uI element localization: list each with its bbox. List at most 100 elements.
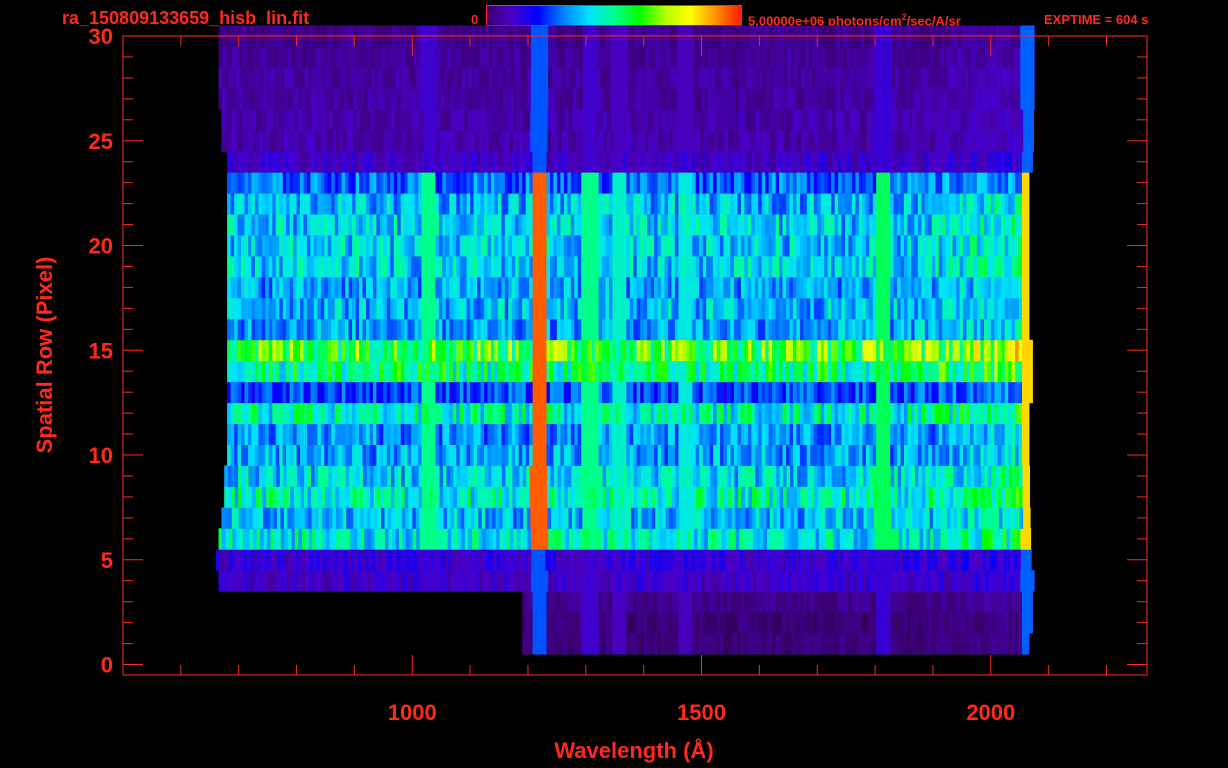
heatmap-cell (772, 423, 776, 445)
heatmap-cell (345, 339, 350, 362)
heatmap-cell (411, 235, 415, 257)
heatmap-cell (511, 339, 516, 362)
heatmap-cell (497, 214, 502, 236)
heatmap-cell (942, 444, 947, 466)
heatmap-cell (224, 465, 229, 487)
heatmap-cell (272, 214, 277, 236)
heatmap-cell (927, 549, 932, 571)
heatmap-cell (581, 423, 586, 445)
heatmap-cell (522, 276, 527, 299)
heatmap-cell (547, 465, 551, 487)
heatmap-cell (790, 507, 795, 529)
heatmap-cell (310, 423, 315, 445)
heatmap-cell (666, 528, 671, 550)
heatmap-cell (917, 318, 922, 341)
heatmap-cell (921, 612, 926, 634)
heatmap-cell (783, 465, 787, 487)
heatmap-cell (570, 444, 575, 466)
heatmap-cell (605, 339, 610, 362)
heatmap-cell (574, 256, 579, 278)
heatmap-cell (245, 486, 249, 508)
heatmap-cell (641, 570, 646, 592)
heatmap-cell (490, 193, 495, 215)
heatmap-cell (917, 633, 922, 655)
heatmap-cell (952, 381, 957, 404)
heatmap-cell (289, 339, 294, 362)
heatmap-cell (418, 381, 422, 404)
heatmap-cell (852, 486, 857, 508)
heatmap-cell (978, 528, 983, 550)
heatmap-cell (807, 465, 812, 487)
heatmap-cell (954, 549, 959, 571)
heatmap-cell (560, 633, 565, 655)
heatmap-cell (817, 276, 822, 299)
heatmap-cell (956, 235, 960, 257)
heatmap-cell (482, 549, 487, 571)
heatmap-cell (751, 193, 756, 215)
heatmap-cell (459, 193, 464, 215)
heatmap-cell (333, 528, 337, 550)
heatmap-cell (553, 276, 558, 299)
heatmap-cell (911, 612, 915, 634)
heatmap-cell (407, 297, 412, 320)
heatmap-cell (543, 402, 547, 424)
heatmap-cell (699, 423, 704, 445)
heatmap-cell (670, 549, 675, 571)
heatmap-cell (868, 549, 872, 571)
heatmap-cell (692, 318, 697, 341)
heatmap-cell (244, 423, 249, 445)
heatmap-cell (619, 591, 624, 613)
heatmap-cell (336, 528, 341, 550)
heatmap-cell (525, 193, 530, 215)
heatmap-cell (550, 486, 555, 508)
heatmap-cell (942, 214, 947, 236)
heatmap-cell (230, 256, 235, 278)
heatmap-cell (723, 591, 728, 613)
heatmap-cell (907, 381, 912, 404)
heatmap-cell (831, 214, 835, 236)
heatmap-cell (1015, 486, 1020, 508)
heatmap-cell (490, 360, 495, 383)
heatmap-cell (845, 612, 849, 634)
heatmap-cell (595, 318, 599, 341)
heatmap-cell (661, 486, 666, 508)
heatmap-cell (827, 339, 832, 362)
heatmap-cell (661, 297, 665, 320)
heatmap-cell (640, 214, 645, 236)
heatmap-cell (455, 549, 459, 571)
heatmap-cell (685, 339, 690, 362)
heatmap-cell (893, 633, 898, 655)
heatmap-cell (317, 423, 322, 445)
heatmap-cell (650, 381, 655, 404)
heatmap-cell (881, 528, 886, 550)
heatmap-cell (629, 591, 634, 613)
heatmap-cell (574, 612, 579, 634)
heatmap-cell (980, 193, 985, 215)
heatmap-cell (872, 214, 877, 236)
heatmap-cell (296, 381, 301, 404)
heatmap-cell (327, 256, 332, 278)
heatmap-cell (570, 214, 575, 236)
heatmap-cell (570, 402, 575, 424)
heatmap-cell (543, 465, 548, 487)
heatmap-cell (654, 339, 658, 362)
heatmap-cell (557, 465, 562, 487)
heatmap-cell (851, 612, 856, 634)
heatmap-cell (469, 549, 473, 571)
heatmap-cell (279, 276, 284, 299)
heatmap-cell (548, 528, 553, 550)
heatmap-cell (230, 297, 235, 320)
heatmap-cell (855, 402, 860, 424)
heatmap-cell (869, 193, 874, 215)
heatmap-cell (651, 486, 656, 508)
heatmap-cell (310, 276, 315, 299)
heatmap-cell (678, 633, 683, 655)
heatmap-cell (480, 193, 485, 215)
heatmap-cell (1004, 214, 1009, 236)
heatmap-cell (706, 402, 711, 424)
heatmap-cell (935, 235, 940, 257)
heatmap-cell (501, 423, 506, 445)
heatmap-cell (313, 256, 318, 278)
heatmap-cell (613, 465, 617, 487)
heatmap-cell (399, 528, 403, 550)
